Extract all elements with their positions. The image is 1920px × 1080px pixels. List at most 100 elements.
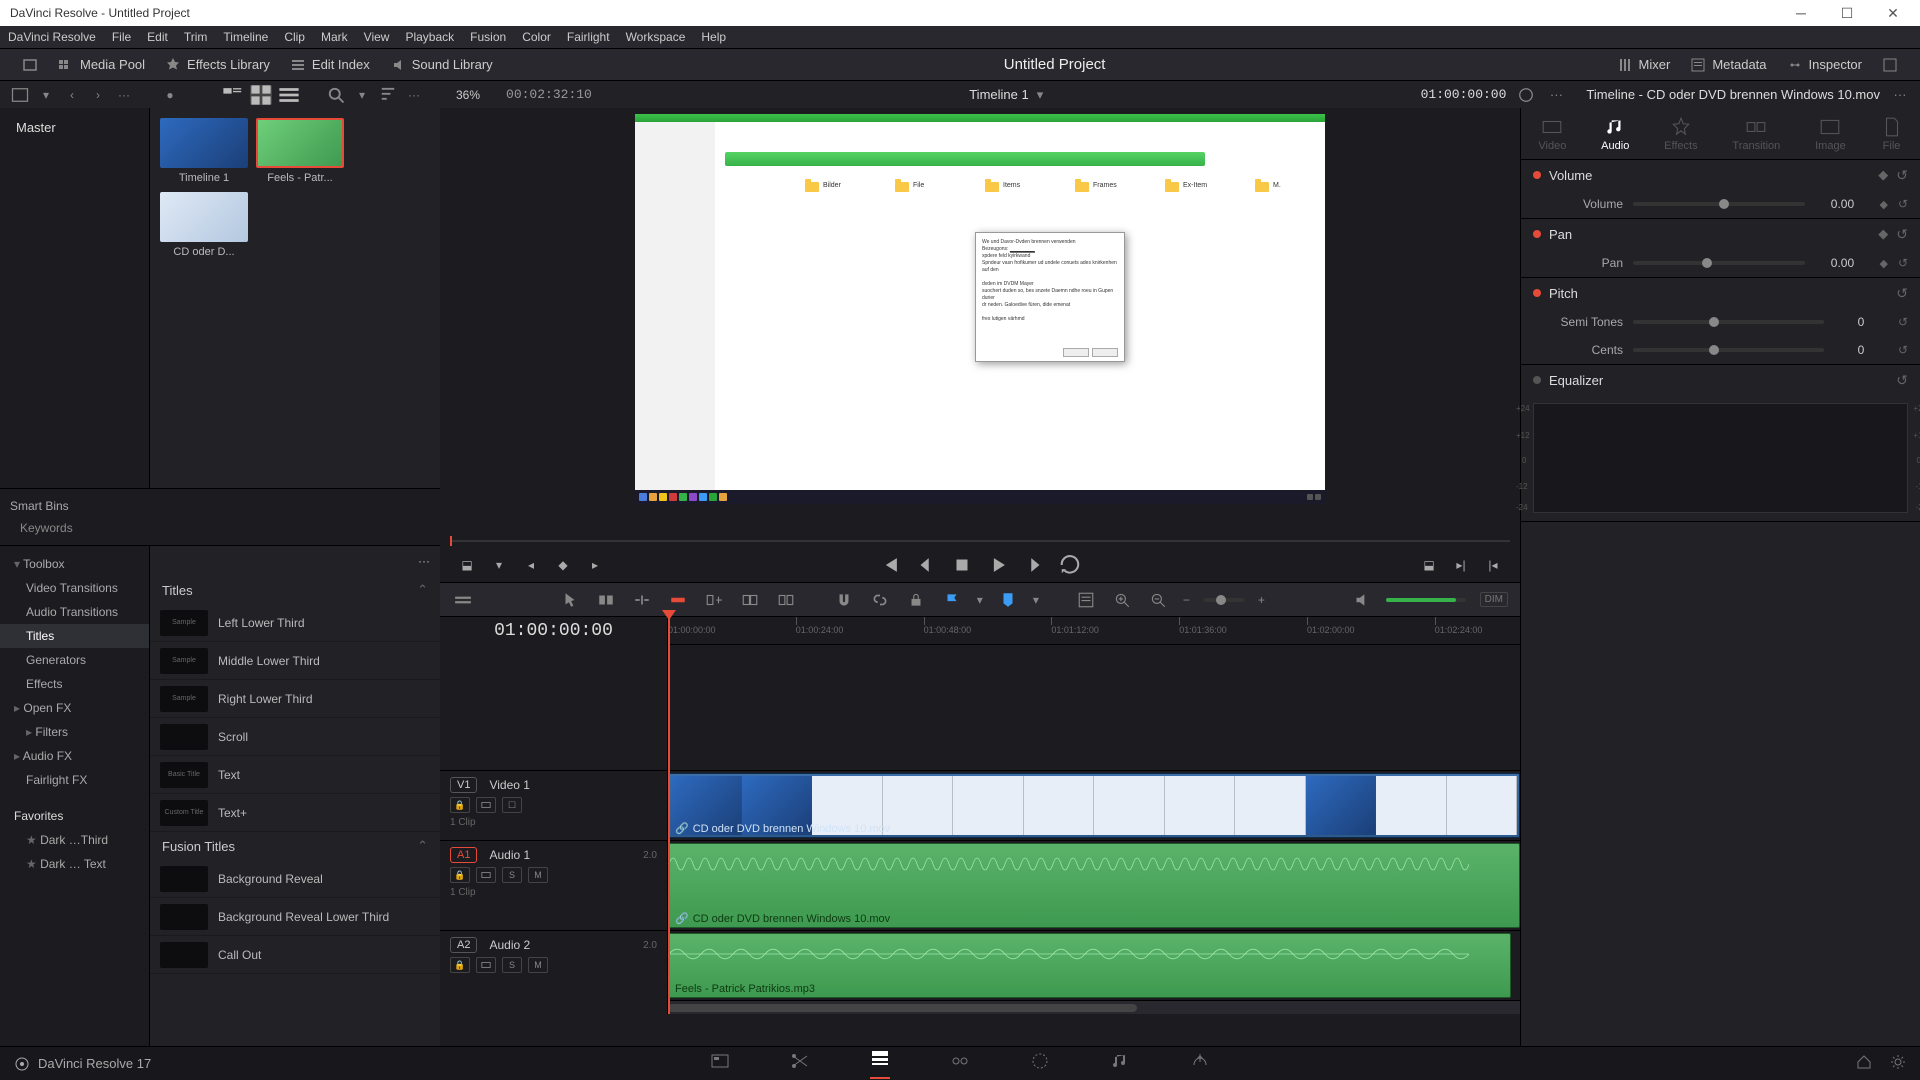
flag-dropdown[interactable]: ▾ [977,593,983,607]
timeline-body[interactable]: 01:00:00:0001:00:24:0001:00:48:0001:01:1… [668,617,1520,1014]
semitones-value[interactable]: 0 [1834,315,1888,329]
timeline-current-tc[interactable]: 01:00:00:00 [494,617,613,645]
expand-button[interactable] [12,49,48,80]
more-menu[interactable]: ··· [114,85,134,105]
trim-tool[interactable] [595,589,617,611]
media-item-1[interactable]: Feels - Patr... [256,118,344,184]
home-button[interactable] [1856,1054,1872,1073]
cents-value[interactable]: 0 [1834,343,1888,357]
media-item-0[interactable]: Timeline 1 [160,118,248,184]
track-a1-body[interactable]: 🔗CD oder DVD brennen Windows 10.mov [668,840,1520,930]
selection-tool[interactable] [559,589,581,611]
fx-cat-openfx[interactable]: Open FX [0,696,149,720]
pan-kf[interactable]: ◆ [1879,257,1887,270]
viewer-scrubber[interactable] [440,534,1520,548]
in-out-dropdown[interactable]: ▾ [488,554,510,576]
window-maximize-button[interactable]: ☐ [1824,0,1870,26]
dynamic-trim-tool[interactable] [631,589,653,611]
a2-solo[interactable]: S [502,957,522,973]
page-fairlight[interactable] [1110,1051,1130,1076]
media-pool-grid[interactable]: Timeline 1Feels - Patr...CD oder D... [150,108,440,488]
zoom-in-plus[interactable]: + [1258,593,1265,607]
menu-davinci[interactable]: DaVinci Resolve [8,30,96,44]
mute-button[interactable] [1350,589,1372,611]
volume-kf[interactable]: ◆ [1879,198,1887,211]
cents-slider[interactable] [1633,348,1824,352]
fx-section-titles[interactable]: Titles⌃ [150,576,440,604]
fx-fusion-2[interactable]: Call Out [150,936,440,974]
menu-timeline[interactable]: Timeline [223,30,268,44]
blade-tool[interactable] [667,589,689,611]
loop-button[interactable] [1059,554,1081,576]
a2-lock[interactable]: 🔒 [450,957,470,973]
fx-fav-1[interactable]: ★ Dark …Third [0,828,149,852]
volume-value[interactable]: 0.00 [1815,197,1869,211]
pool-options[interactable]: ··· [404,85,424,105]
timeline-chevron-icon[interactable]: ▾ [1037,87,1044,103]
search-button[interactable] [326,85,346,105]
track-v1-body[interactable]: 🔗CD oder DVD brennen Windows 10.mov [668,770,1520,840]
clip-v1[interactable]: 🔗CD oder DVD brennen Windows 10.mov [668,773,1520,838]
media-pool-toggle[interactable]: Media Pool [48,49,155,80]
a1-lock[interactable]: 🔒 [450,867,470,883]
semitones-slider[interactable] [1633,320,1824,324]
dim-button[interactable]: DIM [1480,592,1508,607]
volume-slider[interactable] [1633,202,1805,206]
bin-master[interactable]: Master [8,116,141,139]
zoom-out-minus[interactable]: − [1183,593,1190,607]
fx-fav-2[interactable]: ★ Dark … Text [0,852,149,876]
fx-cat-audio-transitions[interactable]: Audio Transitions [0,600,149,624]
a1-mute[interactable]: M [528,867,548,883]
clip-a2[interactable]: Feels - Patrick Patrikios.mp3 [668,933,1511,998]
fx-title-5[interactable]: Custom TitleText+ [150,794,440,832]
first-frame-button[interactable] [879,554,901,576]
zoom-minus-button[interactable] [1147,589,1169,611]
menu-fairlight[interactable]: Fairlight [567,30,610,44]
inspector-tab-file[interactable]: File [1881,116,1903,152]
page-color[interactable] [1030,1051,1050,1076]
eq-graph[interactable]: +24 +12 0 -12 -24 +24 +12 0 -12 -24 [1533,403,1908,513]
a2-auto-select[interactable] [476,957,496,973]
v1-disable[interactable]: ☐ [502,797,522,813]
timecode-options[interactable] [1516,85,1536,105]
marker-dropdown[interactable]: ▾ [1033,593,1039,607]
settings-button[interactable] [1890,1054,1906,1073]
zoom-slider[interactable] [1204,598,1244,602]
fx-title-3[interactable]: Scroll [150,718,440,756]
fx-fusion-1[interactable]: Background Reveal Lower Third [150,898,440,936]
fx-title-2[interactable]: SampleRight Lower Third [150,680,440,718]
timeline-ruler[interactable]: 01:00:00:0001:00:24:0001:00:48:0001:01:1… [668,617,1520,645]
insert-tool[interactable] [703,589,725,611]
menu-clip[interactable]: Clip [284,30,305,44]
prev-edit-button[interactable]: ◂ [520,554,542,576]
inspector-tab-audio[interactable]: Audio [1601,116,1629,152]
lock-button[interactable] [905,589,927,611]
playhead[interactable] [668,617,670,1014]
window-close-button[interactable]: ✕ [1870,0,1916,26]
menu-color[interactable]: Color [522,30,551,44]
pan-slider[interactable] [1633,261,1805,265]
track-header-a1[interactable]: A1Audio 12.0 🔒 S M 1 Clip [440,840,667,930]
inspector-options[interactable]: ··· [1890,85,1910,105]
flag-button[interactable] [941,589,963,611]
sound-library-toggle[interactable]: Sound Library [380,49,503,80]
keyframe-button[interactable]: ◆ [552,554,574,576]
metadata-view[interactable] [222,85,244,105]
a2-mute[interactable]: M [528,957,548,973]
v1-auto-select[interactable] [476,797,496,813]
snap-button[interactable] [833,589,855,611]
list-view[interactable] [278,85,300,105]
pan-row-reset[interactable]: ↺ [1898,256,1908,270]
timeline-scrollbar[interactable] [668,1000,1520,1014]
menu-edit[interactable]: Edit [147,30,168,44]
menu-playback[interactable]: Playback [405,30,454,44]
page-deliver[interactable] [1190,1051,1210,1076]
v1-lock[interactable]: 🔒 [450,797,470,813]
fx-cat-generators[interactable]: Generators [0,648,149,672]
inspector-tab-image[interactable]: Image [1815,116,1846,152]
timeline-timecode[interactable]: 01:00:00:00 [1421,87,1507,102]
volume-slider[interactable] [1386,598,1466,602]
inspector-tab-transition[interactable]: Transition [1732,116,1780,152]
inspector-tab-video[interactable]: Video [1538,116,1566,152]
pan-value[interactable]: 0.00 [1815,256,1869,270]
